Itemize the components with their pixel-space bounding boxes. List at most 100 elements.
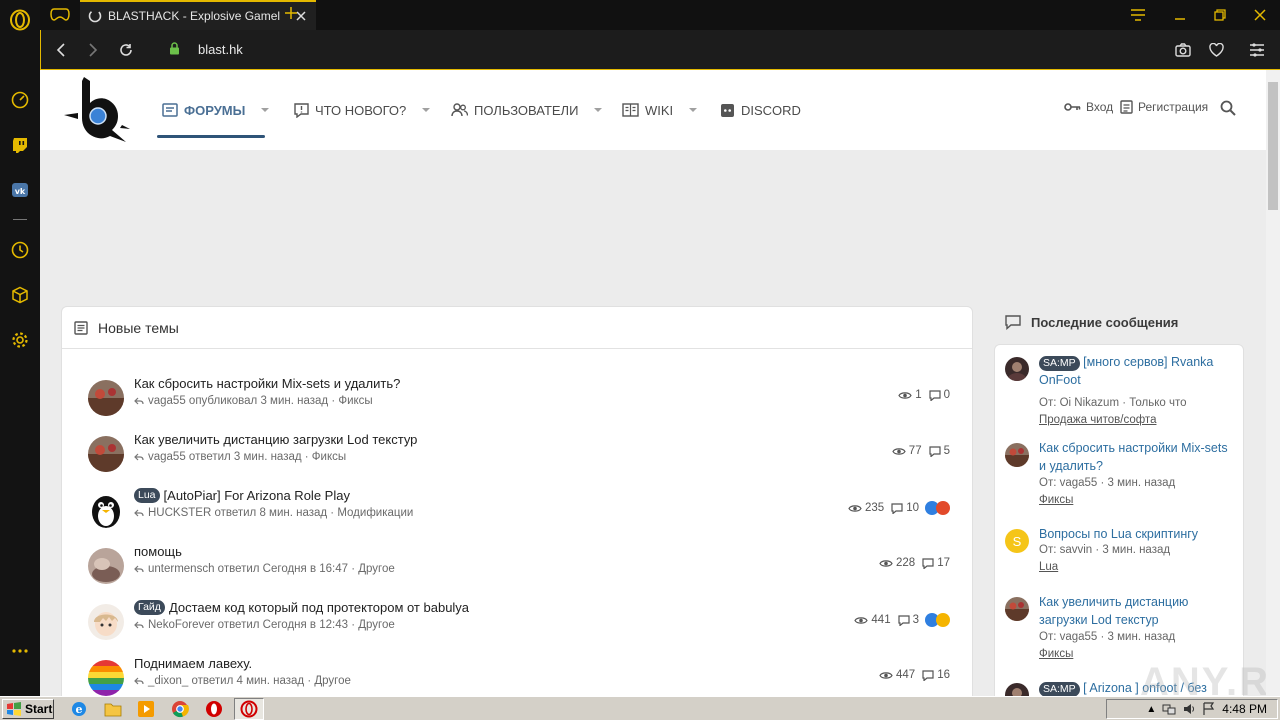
topic-title[interactable]: Как увеличить дистанцию загрузки Lod тек… — [134, 432, 417, 447]
extensions-icon[interactable] — [9, 284, 31, 306]
restore-button[interactable] — [1210, 5, 1230, 25]
avatar[interactable]: S — [1005, 529, 1029, 553]
easy-setup-icon[interactable] — [1128, 5, 1148, 25]
forward-button[interactable] — [83, 40, 103, 60]
topic-row[interactable]: Lua [AutoPiar] For Arizona Role Play HUC… — [86, 488, 950, 538]
start-button[interactable]: Start — [2, 699, 54, 719]
prefix-badge[interactable]: Гайд — [134, 600, 165, 615]
list-item[interactable]: Как сбросить настройки Mix-sets и удалит… — [1003, 439, 1239, 519]
action-center-flag-icon[interactable] — [1202, 702, 1216, 716]
login-link[interactable]: Вход — [1064, 100, 1113, 114]
secure-lock-icon[interactable] — [169, 42, 180, 58]
topic-row[interactable]: Поднимаем лавеху. _dixon_ ответил 4 мин.… — [86, 656, 950, 696]
topic-title[interactable]: Lua [AutoPiar] For Arizona Role Play — [134, 488, 350, 503]
reload-button[interactable] — [116, 40, 136, 60]
latest-posts-header: Последние сообщения — [1005, 315, 1178, 330]
topic-meta: HUCKSTER ответил 8 мин. назад · Модифика… — [134, 507, 413, 519]
avatar[interactable] — [1005, 443, 1029, 467]
topic-meta: vaga55 опубликовал 3 мин. назад · Фиксы — [134, 395, 373, 407]
history-icon[interactable] — [9, 239, 31, 261]
avatar[interactable] — [88, 492, 124, 528]
snapshot-camera-icon[interactable] — [1173, 40, 1193, 60]
twitch-icon[interactable] — [9, 134, 31, 156]
topic-title[interactable]: Как сбросить настройки Mix-sets и удалит… — [134, 376, 400, 391]
gamepad-icon[interactable] — [50, 6, 70, 25]
chevron-down-icon[interactable] — [261, 108, 270, 112]
avatar[interactable] — [1005, 357, 1029, 381]
network-icon[interactable] — [1162, 702, 1176, 716]
nav-whats-new[interactable]: ЧТО НОВОГО? — [294, 100, 431, 120]
nav-wiki[interactable]: WIKI — [622, 100, 698, 120]
list-item[interactable]: SA:MP [много сервов] Rvanka OnFoot От: O… — [1003, 353, 1239, 433]
post-title-link[interactable]: Вопросы по Lua скриптингу — [1039, 525, 1229, 543]
close-window-button[interactable] — [1250, 5, 1270, 25]
more-dots-icon[interactable] — [9, 640, 31, 662]
speed-dial-icon[interactable] — [9, 89, 31, 111]
back-button[interactable] — [51, 40, 71, 60]
topic-title[interactable]: помощь — [134, 544, 182, 559]
post-forum-link[interactable]: Lua — [1039, 561, 1058, 573]
vk-icon[interactable]: vk — [9, 179, 31, 201]
post-meta: От: Oi Nikazum · Только что — [1039, 397, 1187, 409]
bookmark-heart-icon[interactable] — [1206, 40, 1226, 60]
chevron-down-icon[interactable] — [594, 108, 603, 112]
ie-icon[interactable]: e — [70, 700, 88, 718]
easy-setup-sliders-icon[interactable] — [1247, 40, 1267, 60]
media-player-icon[interactable] — [137, 700, 155, 718]
wiki-icon — [622, 103, 639, 117]
nav-forums[interactable]: ФОРУМЫ — [162, 100, 270, 120]
opera-menu-icon[interactable] — [9, 9, 31, 31]
browser-tab[interactable]: BLASTHACK - Explosive Gamel — [80, 0, 316, 30]
topic-row[interactable]: Гайд Достаем код который под протектором… — [86, 600, 950, 650]
search-button[interactable] — [1220, 100, 1236, 116]
minimize-button[interactable] — [1170, 5, 1190, 25]
avatar[interactable] — [88, 380, 124, 416]
topic-row[interactable]: помощь untermensch ответил Сегодня в 16:… — [86, 544, 950, 594]
topic-title[interactable]: Поднимаем лавеху. — [134, 656, 252, 671]
opera-taskbar-button[interactable] — [234, 698, 264, 720]
avatar[interactable] — [88, 436, 124, 472]
explorer-folder-icon[interactable] — [104, 700, 122, 718]
opera-red-icon[interactable] — [205, 700, 223, 718]
avatar[interactable] — [88, 548, 124, 584]
post-title-link[interactable]: SA:MP [много сервов] Rvanka OnFoot — [1039, 353, 1229, 389]
post-forum-link[interactable]: Фиксы — [1039, 494, 1073, 506]
blasthack-logo[interactable] — [60, 73, 132, 148]
avatar[interactable] — [1005, 597, 1029, 621]
new-tab-button[interactable] — [283, 5, 299, 24]
register-link[interactable]: Регистрация — [1120, 100, 1208, 114]
love-reaction-icon — [936, 613, 950, 627]
list-item[interactable]: S Вопросы по Lua скриптингу От: savvin ·… — [1003, 525, 1239, 595]
web-page: ФОРУМЫ ЧТО НОВОГО? ПОЛЬЗОВАТЕЛИ WIKI DIS… — [40, 70, 1266, 696]
nav-discord[interactable]: DISCORD — [720, 100, 801, 120]
chrome-icon[interactable] — [171, 700, 189, 718]
post-forum-link[interactable]: Фиксы — [1039, 648, 1073, 660]
prefix-badge[interactable]: SA:MP — [1039, 356, 1080, 371]
post-title-link[interactable]: Как сбросить настройки Mix-sets и удалит… — [1039, 439, 1229, 475]
url-field[interactable]: blast.hk — [198, 42, 243, 57]
settings-gear-icon[interactable] — [9, 329, 31, 351]
prefix-badge[interactable]: Lua — [134, 488, 160, 503]
avatar[interactable] — [1005, 683, 1029, 696]
new-topics-panel: Новые темы Как сбросить настройки Mix-se… — [61, 306, 973, 696]
volume-icon[interactable] — [1182, 702, 1196, 716]
nav-wiki-label: WIKI — [645, 102, 674, 118]
nav-users[interactable]: ПОЛЬЗОВАТЕЛИ — [451, 100, 603, 120]
scrollbar-thumb[interactable] — [1268, 82, 1278, 210]
prefix-badge[interactable]: SA:MP — [1039, 682, 1080, 696]
clock[interactable]: 4:48 PM — [1222, 702, 1267, 716]
topic-row[interactable]: Как увеличить дистанцию загрузки Lod тек… — [86, 432, 950, 482]
replies-comment-icon — [928, 445, 941, 457]
post-title-link[interactable]: Как увеличить дистанцию загрузки Lod тек… — [1039, 593, 1229, 629]
post-forum-link[interactable]: Продажа читов/софта — [1039, 414, 1156, 426]
topic-title[interactable]: Гайд Достаем код который под протектором… — [134, 600, 469, 615]
topic-row[interactable]: Как сбросить настройки Mix-sets и удалит… — [86, 376, 950, 426]
page-scrollbar[interactable] — [1266, 70, 1280, 696]
topic-meta: untermensch ответил Сегодня в 16:47 · Др… — [134, 563, 395, 575]
avatar[interactable] — [88, 660, 124, 696]
tray-expand-icon[interactable]: ▲ — [1146, 704, 1156, 715]
watermark-text: ANY.RUN — [1140, 660, 1266, 696]
chevron-down-icon[interactable] — [689, 108, 698, 112]
avatar[interactable] — [88, 604, 124, 640]
chevron-down-icon[interactable] — [422, 108, 431, 112]
